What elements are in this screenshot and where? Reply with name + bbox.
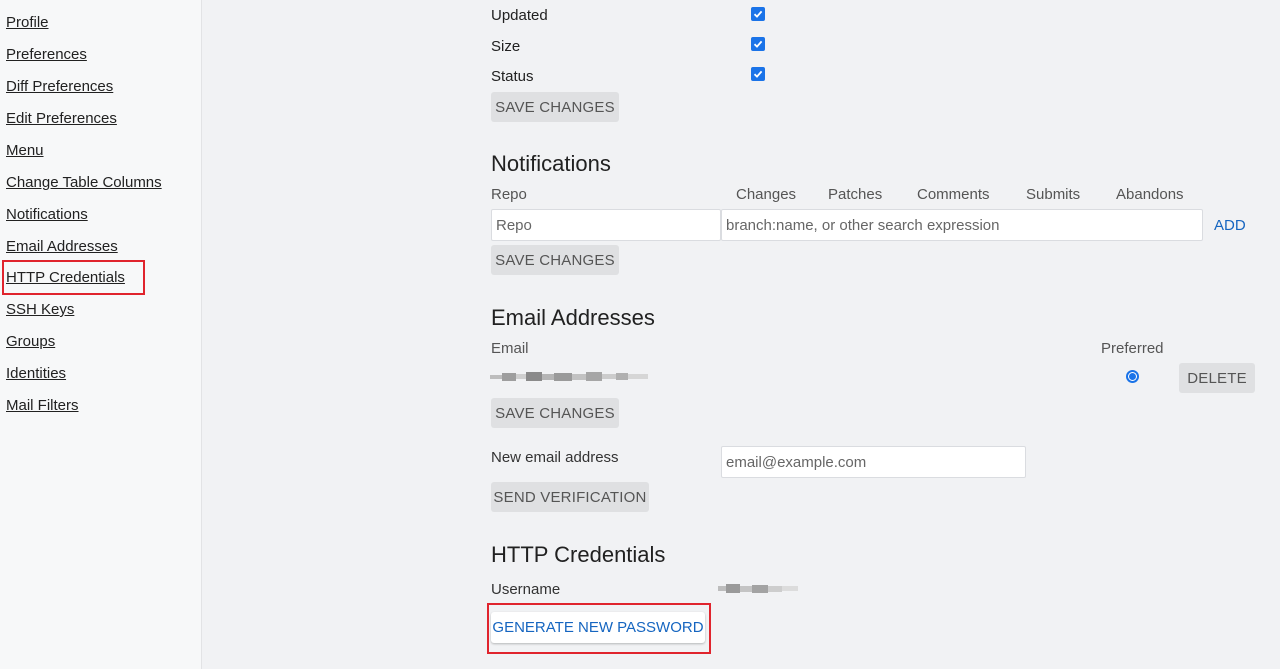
checkbox-status[interactable] [751, 67, 765, 81]
sidebar-item-groups[interactable]: Groups [6, 333, 55, 350]
new-email-input[interactable] [721, 446, 1026, 478]
notifications-header-submits: Submits [1026, 186, 1081, 203]
redacted-email-address [490, 372, 648, 381]
generate-new-password-button[interactable]: GENERATE NEW PASSWORD [491, 612, 705, 643]
email-addresses-heading: Email Addresses [491, 305, 655, 330]
email-header-email: Email [491, 340, 529, 357]
check-icon [753, 40, 763, 48]
sidebar-item-edit-preferences[interactable]: Edit Preferences [6, 110, 117, 127]
sidebar-item-http-credentials[interactable]: HTTP Credentials [6, 269, 125, 286]
username-label: Username [491, 581, 561, 598]
redacted-username [718, 584, 798, 593]
notifications-filter-input[interactable] [721, 209, 1203, 241]
checkbox-size[interactable] [751, 37, 765, 51]
sidebar-item-menu[interactable]: Menu [6, 142, 44, 159]
notifications-heading: Notifications [491, 151, 611, 176]
email-save-button[interactable]: SAVE CHANGES [491, 398, 619, 428]
sidebar-item-diff-preferences[interactable]: Diff Preferences [6, 78, 113, 95]
column-label-size: Size [491, 38, 521, 55]
notifications-header-patches: Patches [828, 186, 883, 203]
sidebar-item-mail-filters[interactable]: Mail Filters [6, 397, 79, 414]
columns-save-button[interactable]: SAVE CHANGES [491, 92, 619, 122]
sidebar-item-change-table-columns[interactable]: Change Table Columns [6, 174, 162, 191]
email-delete-button[interactable]: DELETE [1179, 363, 1255, 393]
new-email-label: New email address [491, 449, 619, 466]
email-header-preferred: Preferred [1101, 340, 1164, 357]
sidebar-item-notifications[interactable]: Notifications [6, 206, 88, 223]
notifications-save-button[interactable]: SAVE CHANGES [491, 245, 619, 275]
preferred-email-radio[interactable] [1126, 370, 1139, 383]
sidebar-item-preferences[interactable]: Preferences [6, 46, 87, 63]
settings-sidebar: Profile Preferences Diff Preferences Edi… [0, 0, 202, 669]
check-icon [753, 10, 763, 18]
notifications-header-comments: Comments [917, 186, 990, 203]
notifications-repo-input[interactable] [491, 209, 721, 241]
sidebar-item-profile[interactable]: Profile [6, 14, 49, 31]
sidebar-item-email-addresses[interactable]: Email Addresses [6, 238, 118, 255]
column-label-status: Status [491, 68, 534, 85]
notifications-header-changes: Changes [736, 186, 797, 203]
notifications-add-button[interactable]: ADD [1214, 217, 1246, 234]
notifications-header-abandons: Abandons [1116, 186, 1184, 203]
column-label-updated: Updated [491, 7, 548, 24]
sidebar-item-identities[interactable]: Identities [6, 365, 66, 382]
notifications-header-repo: Repo [491, 186, 527, 203]
check-icon [753, 70, 763, 78]
http-credentials-heading: HTTP Credentials [491, 542, 666, 567]
send-verification-button[interactable]: SEND VERIFICATION [491, 482, 649, 512]
checkbox-updated[interactable] [751, 7, 765, 21]
sidebar-item-ssh-keys[interactable]: SSH Keys [6, 301, 74, 318]
